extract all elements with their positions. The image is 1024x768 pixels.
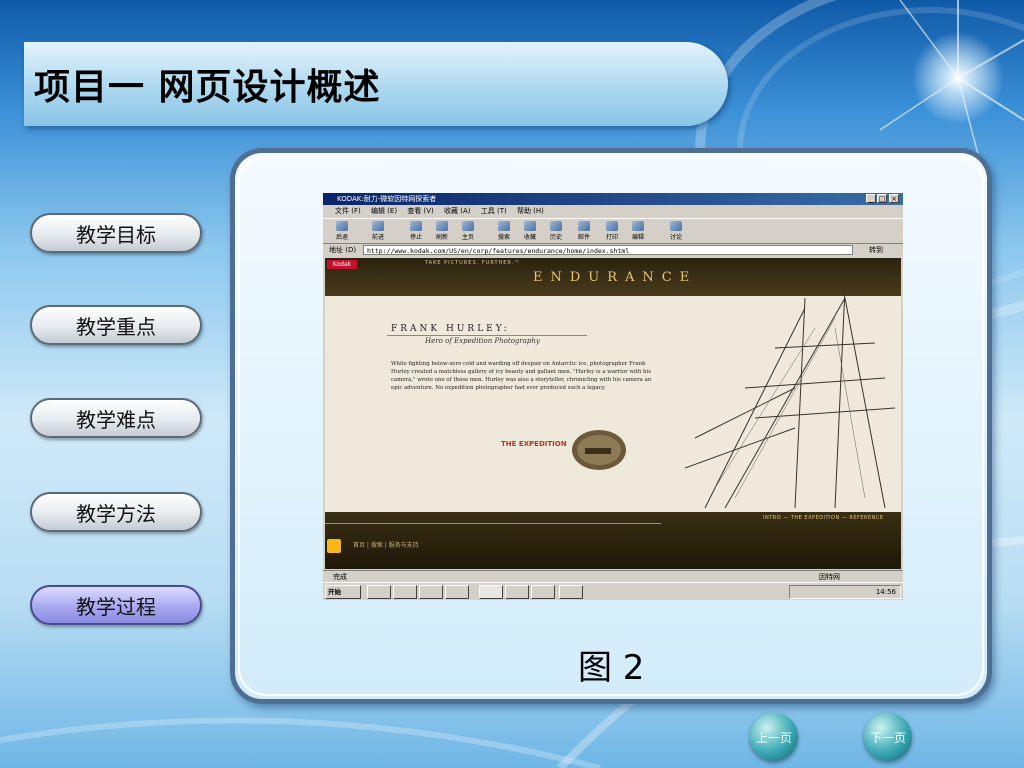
taskbar-item <box>445 585 469 599</box>
edit-tool: 编辑 <box>627 221 649 241</box>
windows-taskbar: 开始 14:56 <box>323 582 903 600</box>
menu-favorites: 收藏 (A) <box>444 207 471 215</box>
forward-tool: 前进 <box>367 221 389 241</box>
refresh-icon <box>436 221 448 231</box>
address-bar: 地址 (D) http://www.kodak.com/US/en/corp/f… <box>323 243 903 257</box>
home-tool: 主页 <box>457 221 479 241</box>
nav-process-button[interactable]: 教学过程 <box>30 585 202 625</box>
history-icon <box>550 221 562 231</box>
menu-help: 帮助 (H) <box>516 207 544 215</box>
nav-methods-button[interactable]: 教学方法 <box>30 492 202 532</box>
forward-icon <box>372 221 384 231</box>
system-tray: 14:56 <box>789 585 901 599</box>
taskbar-item <box>559 585 583 599</box>
back-tool: 后退 <box>331 221 353 241</box>
home-icon <box>462 221 474 231</box>
taskbar-item <box>505 585 529 599</box>
browser-screenshot: KODAK:耐力-微软因特网探索者 _ □ × 文件 (F) 编辑 (E) 查看… <box>323 193 903 600</box>
stop-tool: 停止 <box>405 221 427 241</box>
refresh-tool: 刷新 <box>431 221 453 241</box>
footer-links: 首页 | 搜索 | 服务与支持 <box>353 542 419 549</box>
nav-difficulties-button[interactable]: 教学难点 <box>30 398 202 438</box>
search-tool: 搜索 <box>493 221 515 241</box>
menu-edit: 编辑 (E) <box>370 207 398 215</box>
start-button: 开始 <box>325 585 361 599</box>
taskbar-item <box>393 585 417 599</box>
figure-caption: 图 2 <box>578 648 645 688</box>
discuss-tool: 讨论 <box>665 221 687 241</box>
article-body: While fighting below-zero cold and wardi… <box>391 361 652 391</box>
edit-icon <box>632 221 644 231</box>
window-title: KODAK:耐力-微软因特网探索者 <box>323 193 903 205</box>
discuss-icon <box>670 221 682 231</box>
print-icon <box>606 221 618 231</box>
kodak-logo-icon <box>327 539 341 553</box>
clock: 14:56 <box>875 588 896 596</box>
webpage-view: Kodak TAKE PICTURES. FURTHER.™ ENDURANCE… <box>325 258 901 569</box>
expedition-photo <box>572 430 626 470</box>
prev-page-button[interactable]: 上一页 <box>750 713 798 761</box>
menu-tools: 工具 (T) <box>480 207 507 215</box>
taskbar-item <box>367 585 391 599</box>
mail-tool: 邮件 <box>573 221 595 241</box>
print-tool: 打印 <box>601 221 623 241</box>
next-page-button[interactable]: 下一页 <box>864 713 912 761</box>
browser-toolbar: 后退 前进 停止 刷新 主页 搜索 收藏 历史 邮件 打印 编辑 讨论 <box>323 218 903 244</box>
maximize-icon: □ <box>877 194 887 203</box>
back-icon <box>336 221 348 231</box>
footer-rule <box>325 523 661 524</box>
taskbar-item <box>419 585 443 599</box>
taskbar-item <box>531 585 555 599</box>
article-subheading: Hero of Expedition Photography <box>425 337 540 345</box>
menu-file: 文件 (F) <box>335 207 361 215</box>
mail-icon <box>578 221 590 231</box>
heading-rule <box>387 335 587 336</box>
favorites-icon <box>524 221 536 231</box>
bottom-nav: INTRO — THE EXPEDITION — REFERENCE <box>763 515 884 521</box>
stop-icon <box>410 221 422 231</box>
search-icon <box>498 221 510 231</box>
menu-bar: 文件 (F) 编辑 (E) 查看 (V) 收藏 (A) 工具 (T) 帮助 (H… <box>323 205 903 217</box>
nav-teaching-goals-button[interactable]: 教学目标 <box>30 213 202 253</box>
slide-title: 项目一 网页设计概述 <box>34 67 381 108</box>
nav-key-points-button[interactable]: 教学重点 <box>30 305 202 345</box>
site-title: ENDURANCE <box>533 270 698 285</box>
go-label: 转到 <box>869 246 883 254</box>
kodak-brand: Kodak <box>327 260 357 269</box>
minimize-icon: _ <box>866 194 876 203</box>
article-heading: FRANK HURLEY: <box>391 324 510 334</box>
close-icon: × <box>889 194 899 203</box>
history-tool: 历史 <box>545 221 567 241</box>
taskbar-item-active <box>479 585 503 599</box>
ship-rigging-illustration <box>685 288 896 509</box>
favorites-tool: 收藏 <box>519 221 541 241</box>
url-field: http://www.kodak.com/US/en/corp/features… <box>363 245 853 255</box>
tagline: TAKE PICTURES. FURTHER.™ <box>425 260 521 266</box>
address-label: 地址 (D) <box>329 246 357 254</box>
menu-view: 查看 (V) <box>407 207 434 215</box>
expedition-link: THE EXPEDITION <box>501 440 567 448</box>
